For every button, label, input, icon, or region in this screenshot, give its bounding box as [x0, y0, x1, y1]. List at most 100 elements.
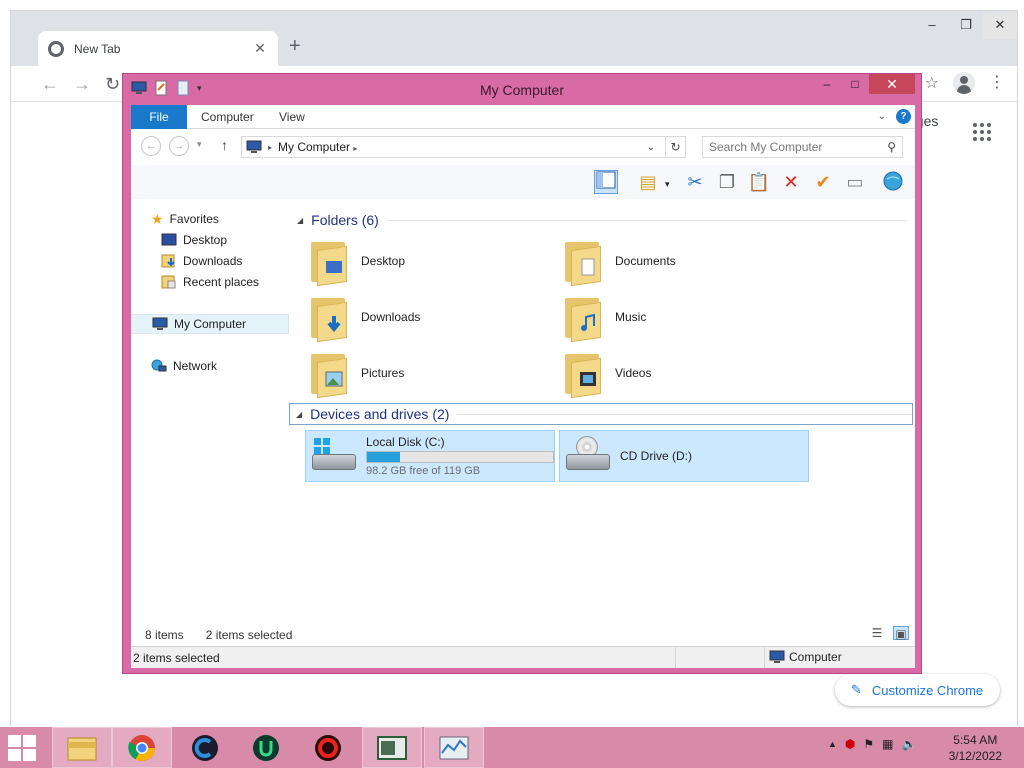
customize-chrome-button[interactable]: ✎ Customize Chrome [835, 674, 1000, 706]
forward-arrow-icon[interactable]: → [73, 74, 91, 95]
folder-pictures-label: Pictures [361, 366, 405, 380]
folders-group-header[interactable]: ◢ Folders (6) [297, 209, 907, 231]
security-icon[interactable]: ⬢ [845, 737, 855, 751]
drive-c-name: Local Disk (C:) [366, 435, 445, 449]
tab-view[interactable]: View [265, 105, 319, 129]
forward-icon[interactable]: → [169, 136, 189, 156]
window-close-icon[interactable]: ✕ [983, 13, 1017, 39]
explorer-close-icon[interactable]: ✕ [869, 74, 915, 94]
window-app-icon [377, 735, 407, 760]
menu-kebab-icon[interactable]: ⋮ [989, 75, 1005, 91]
nav-recent-places[interactable]: Recent places [161, 272, 259, 292]
hard-drive-icon [310, 436, 358, 476]
breadcrumb[interactable]: My Computer ▸ [278, 140, 637, 154]
drive-local-disk-c[interactable]: Local Disk (C:) 98.2 GB free of 119 GB [305, 430, 555, 482]
breadcrumb-my-computer[interactable]: My Computer [278, 140, 350, 154]
explorer-titlebar[interactable]: ▾ My Computer – □ ✕ [123, 74, 921, 104]
clock[interactable]: 5:54 AM 3/12/2022 [949, 732, 1002, 764]
network-tray-icon[interactable]: ▦ [882, 737, 893, 751]
search-icon[interactable]: ⚲ [887, 140, 896, 154]
tab-new-tab[interactable]: New Tab ✕ [38, 31, 278, 66]
taskbar-chrome[interactable] [112, 727, 172, 768]
address-dropdown-icon[interactable]: ⌄ [643, 142, 659, 153]
preview-pane-icon[interactable] [594, 170, 618, 194]
computer-icon [246, 140, 262, 153]
folder-icon [563, 350, 603, 399]
apps-grid-icon[interactable] [973, 123, 991, 141]
uplay-icon [253, 734, 279, 761]
tab-title: New Tab [74, 41, 121, 56]
search-input[interactable]: Search My Computer ⚲ [702, 136, 903, 158]
profile-icon[interactable] [953, 72, 975, 94]
checkmark-icon[interactable]: ✔ [811, 170, 835, 194]
up-arrow-icon[interactable]: ↑ [221, 137, 228, 153]
action-center-flag-icon[interactable]: ⚑ [863, 737, 874, 751]
explorer-minimize-icon[interactable]: – [813, 74, 841, 94]
refresh-icon[interactable]: ↻ [665, 137, 685, 157]
collapse-triangle-icon[interactable]: ◢ [297, 216, 303, 225]
paste-icon[interactable]: 📋 [747, 170, 771, 194]
globe-icon[interactable] [881, 170, 905, 194]
taskbar-window-app[interactable] [362, 727, 422, 768]
nav-favorites[interactable]: ★ Favorites [151, 209, 219, 229]
start-windows-icon[interactable] [8, 735, 38, 761]
address-bar[interactable]: ▸ My Computer ▸ ⌄ ↻ [241, 136, 686, 158]
folder-music[interactable]: Music [563, 291, 813, 343]
explorer-title: My Computer [479, 82, 565, 98]
back-icon[interactable]: ← [141, 136, 161, 156]
taskbar-task-manager[interactable] [424, 727, 484, 768]
drive-cd-d[interactable]: CD Drive (D:) [559, 430, 809, 482]
properties-dropdown-icon[interactable]: ▾ [665, 179, 670, 190]
explorer-window: ▾ My Computer – □ ✕ File Computer View ⌄… [122, 73, 922, 674]
collapse-triangle-icon[interactable]: ◢ [296, 410, 302, 419]
drives-group-header[interactable]: ◢ Devices and drives (2) [289, 403, 913, 425]
breadcrumb-chevron-icon[interactable]: ▸ [268, 143, 272, 152]
details-view-icon[interactable]: ☰ [869, 626, 885, 640]
customize-chrome-label: Customize Chrome [871, 682, 984, 698]
minimize-icon[interactable]: – [915, 13, 949, 39]
taskbar-file-explorer[interactable] [52, 727, 112, 768]
explorer-maximize-icon[interactable]: □ [841, 74, 869, 94]
tab-file[interactable]: File [131, 105, 187, 129]
tab-computer[interactable]: Computer [187, 105, 268, 129]
folder-icon [309, 350, 349, 399]
large-icons-view-icon[interactable]: ▣ [893, 626, 909, 641]
folder-documents[interactable]: Documents [563, 235, 813, 287]
back-arrow-icon[interactable]: ← [41, 74, 59, 95]
restore-icon[interactable]: ❐ [949, 13, 983, 39]
properties-check-icon[interactable]: ▤ [636, 170, 660, 194]
folder-downloads[interactable]: Downloads [309, 291, 559, 343]
expand-ribbon-icon[interactable]: ⌄ [878, 111, 886, 122]
recent-locations-icon[interactable]: ▾ [197, 139, 202, 150]
folder-desktop[interactable]: Desktop [309, 235, 559, 287]
folder-videos[interactable]: Videos [563, 347, 813, 399]
navigation-pane: ★ Favorites Desktop Downloads Recent pla… [131, 199, 289, 624]
new-tab-plus-icon[interactable]: + [289, 35, 301, 58]
nav-downloads[interactable]: Downloads [161, 251, 242, 271]
drive-c-usage-bar [366, 451, 554, 463]
show-hidden-icons-icon[interactable]: ▲ [828, 739, 837, 749]
taskbar-ccleaner[interactable] [175, 727, 235, 768]
network-icon [151, 359, 167, 372]
chrome-icon [128, 734, 155, 761]
explorer-window-controls: – □ ✕ [813, 74, 915, 94]
rename-icon[interactable]: ▭ [843, 170, 867, 194]
nav-desktop[interactable]: Desktop [161, 230, 227, 250]
nav-network[interactable]: Network [151, 356, 217, 376]
status-bar-selection: 2 items selected [133, 651, 220, 665]
explorer-body: File Computer View ⌄ ? ← → ▾ ↑ ▸ My Comp… [131, 105, 915, 668]
task-manager-icon [439, 736, 469, 759]
volume-muted-icon[interactable]: 🔈 [902, 737, 917, 751]
taskbar-uplay[interactable] [236, 727, 296, 768]
close-icon[interactable]: ✕ [252, 40, 268, 57]
folder-pictures[interactable]: Pictures [309, 347, 559, 399]
copy-icon[interactable]: ❐ [715, 170, 739, 194]
delete-icon[interactable]: ✕ [779, 170, 803, 194]
nav-my-computer[interactable]: My Computer [131, 314, 289, 334]
star-icon[interactable]: ☆ [925, 73, 939, 93]
nav-favorites-label: Favorites [169, 212, 219, 226]
reload-icon[interactable]: ↻ [105, 74, 120, 95]
help-icon[interactable]: ? [896, 109, 911, 124]
taskbar-red-app[interactable] [298, 727, 358, 768]
cut-icon[interactable]: ✂ [683, 170, 707, 194]
